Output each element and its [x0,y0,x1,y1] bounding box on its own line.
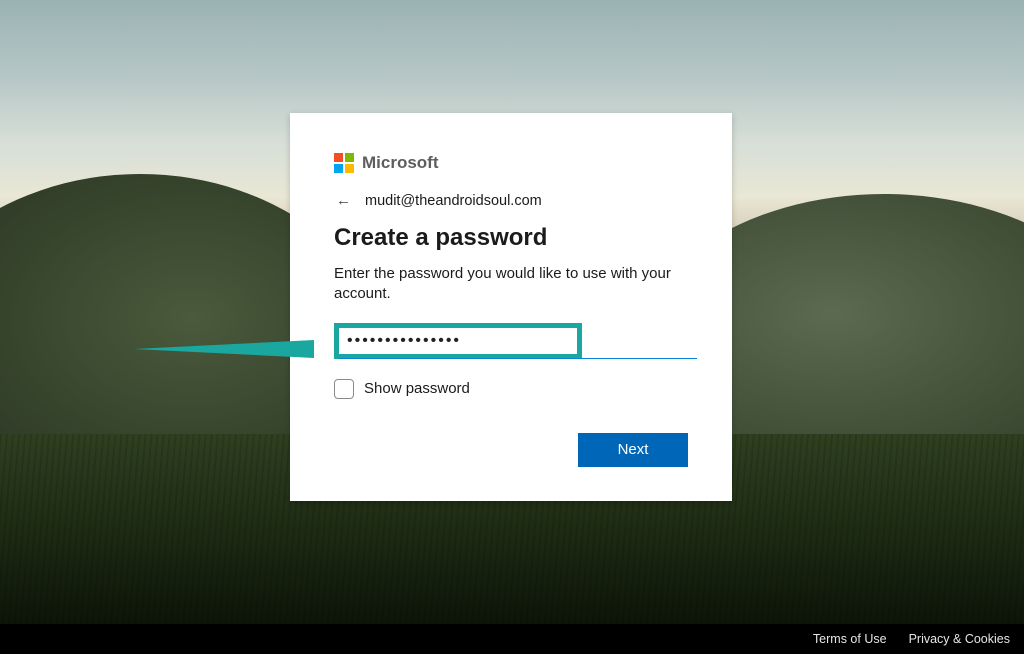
microsoft-logo-icon [334,153,354,173]
identity-row: ← mudit@theandroidsoul.com [334,191,688,210]
arrow-left-icon: ← [336,192,351,209]
footer-link-privacy[interactable]: Privacy & Cookies [909,632,1010,646]
password-input[interactable] [345,330,571,352]
brand-name: Microsoft [362,153,439,173]
password-field-highlight [334,323,582,359]
next-button[interactable]: Next [578,433,688,467]
back-button[interactable]: ← [334,191,353,210]
identity-email: mudit@theandroidsoul.com [365,193,542,209]
show-password-checkbox[interactable] [334,379,354,399]
page-subtitle: Enter the password you would like to use… [334,264,688,305]
brand-row: Microsoft [334,153,688,173]
footer-bar: Terms of Use Privacy & Cookies [0,624,1024,654]
footer-link-terms[interactable]: Terms of Use [813,632,887,646]
input-underline [339,358,697,359]
signup-dialog: Microsoft ← mudit@theandroidsoul.com Cre… [290,113,732,501]
show-password-row: Show password [334,379,688,399]
show-password-label: Show password [364,380,470,397]
page-title: Create a password [334,224,688,252]
